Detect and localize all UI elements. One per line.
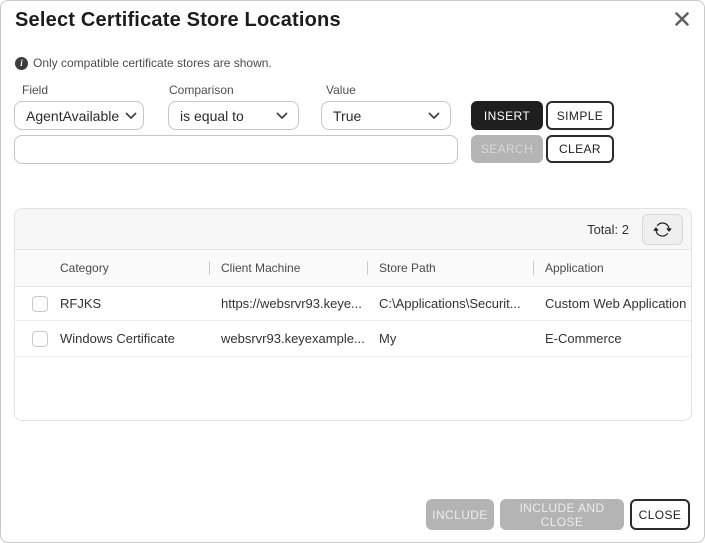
value-select-value: True xyxy=(333,108,361,124)
select-certificate-store-dialog: Select Certificate Store Locations i Onl… xyxy=(0,0,705,543)
dialog-title: Select Certificate Store Locations xyxy=(15,9,341,32)
table-header-row: Category Client Machine Store Path Appli… xyxy=(15,250,691,287)
include-button[interactable]: INCLUDE xyxy=(426,499,494,530)
column-header-application: Application xyxy=(533,261,691,275)
query-input[interactable] xyxy=(14,135,458,164)
certificate-store-grid: Total: 2 Category Client Machine Store P… xyxy=(14,208,692,421)
cell-application: Custom Web Application xyxy=(533,296,691,311)
cell-category: RFJKS xyxy=(48,296,209,311)
table-row[interactable]: RFJKS https://websrvr93.keye... C:\Appli… xyxy=(15,287,691,321)
search-button[interactable]: SEARCH xyxy=(471,135,543,163)
close-dialog-button[interactable] xyxy=(672,9,692,29)
chevron-down-icon xyxy=(428,112,440,120)
value-label: Value xyxy=(326,83,356,97)
insert-button[interactable]: INSERT xyxy=(471,101,543,130)
field-select[interactable]: AgentAvailable xyxy=(14,101,144,130)
chevron-down-icon xyxy=(125,112,137,120)
cell-client-machine: websrvr93.keyexample... xyxy=(209,331,367,346)
column-header-category: Category xyxy=(48,261,209,275)
dialog-footer: INCLUDE INCLUDE AND CLOSE CLOSE xyxy=(426,499,690,530)
row-checkbox-cell xyxy=(15,296,48,312)
cell-store-path: C:\Applications\Securit... xyxy=(367,296,533,311)
column-header-store-path: Store Path xyxy=(367,261,533,275)
refresh-button[interactable] xyxy=(642,214,683,245)
table-row[interactable]: Windows Certificate websrvr93.keyexample… xyxy=(15,321,691,357)
simple-button[interactable]: SIMPLE xyxy=(546,101,614,130)
notice-banner: i Only compatible certificate stores are… xyxy=(15,56,272,70)
row-checkbox-cell xyxy=(15,331,48,347)
field-select-value: AgentAvailable xyxy=(26,108,119,124)
notice-text: Only compatible certificate stores are s… xyxy=(33,56,272,70)
row-checkbox[interactable] xyxy=(32,331,48,347)
comparison-label: Comparison xyxy=(169,83,234,97)
include-and-close-button[interactable]: INCLUDE AND CLOSE xyxy=(500,499,624,530)
column-header-client-machine: Client Machine xyxy=(209,261,367,275)
refresh-icon xyxy=(653,220,672,239)
comparison-select[interactable]: is equal to xyxy=(168,101,299,130)
cell-category: Windows Certificate xyxy=(48,331,209,346)
cell-store-path: My xyxy=(367,331,533,346)
chevron-down-icon xyxy=(276,112,288,120)
clear-button[interactable]: CLEAR xyxy=(546,135,614,163)
comparison-select-value: is equal to xyxy=(180,108,244,124)
info-icon: i xyxy=(15,57,28,70)
field-label: Field xyxy=(22,83,48,97)
row-checkbox[interactable] xyxy=(32,296,48,312)
grid-toolbar: Total: 2 xyxy=(15,209,691,250)
total-count: Total: 2 xyxy=(587,222,629,237)
close-button[interactable]: CLOSE xyxy=(630,499,690,530)
close-icon xyxy=(674,11,690,27)
cell-application: E-Commerce xyxy=(533,331,691,346)
value-select[interactable]: True xyxy=(321,101,451,130)
cell-client-machine: https://websrvr93.keye... xyxy=(209,296,367,311)
